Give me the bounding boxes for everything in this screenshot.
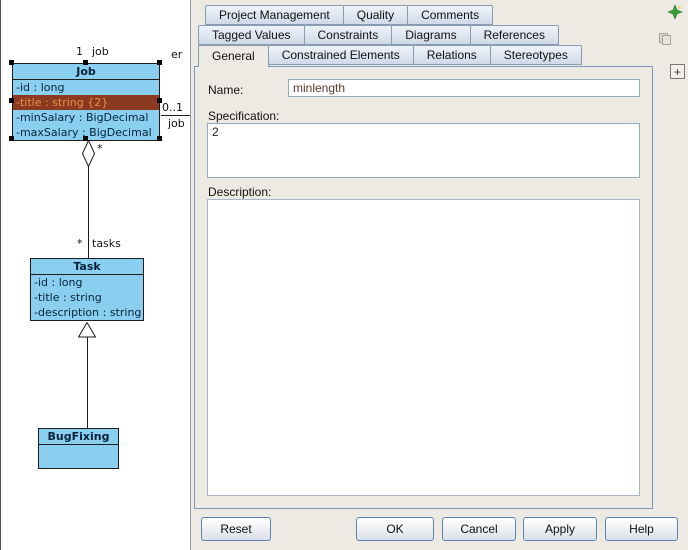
description-label: Description: — [208, 185, 271, 199]
class-job-attr[interactable]: -id : long — [13, 80, 159, 95]
tab-relations[interactable]: Relations — [413, 45, 491, 65]
tab-comments[interactable]: Comments — [407, 5, 493, 25]
canvas-left-edge — [0, 0, 1, 550]
app-window: 1 job er 0..1 job Job -id : long -title … — [0, 0, 688, 550]
cancel-button[interactable]: Cancel — [442, 517, 516, 541]
tab-references[interactable]: References — [470, 25, 559, 45]
assoc-right-role[interactable]: job — [168, 117, 185, 130]
tab-general[interactable]: General — [198, 45, 269, 67]
class-task-attr[interactable]: -id : long — [31, 275, 143, 290]
class-job[interactable]: Job -id : long -title : string {2} -minS… — [12, 63, 160, 141]
expand-button[interactable]: + — [670, 64, 685, 79]
class-task[interactable]: Task -id : long -title : string -descrip… — [30, 258, 144, 321]
tab-row-3: General Constrained Elements Relations S… — [198, 45, 581, 67]
tab-stereotypes[interactable]: Stereotypes — [490, 45, 582, 65]
tab-content-general: Name: Specification: 2 Description: — [194, 66, 653, 509]
class-bugfixing[interactable]: BugFixing — [38, 428, 119, 469]
generalization-edge[interactable] — [87, 337, 88, 428]
uml-diagram-canvas[interactable]: 1 job er 0..1 job Job -id : long -title … — [0, 0, 190, 550]
class-bugfixing-name[interactable]: BugFixing — [39, 429, 118, 445]
apply-button[interactable]: Apply — [523, 517, 597, 541]
selection-handle[interactable] — [9, 98, 14, 103]
selection-handle[interactable] — [83, 60, 88, 65]
description-textarea[interactable] — [207, 199, 640, 496]
selection-handle[interactable] — [157, 60, 162, 65]
specification-label: Specification: — [208, 109, 279, 123]
association-edge-right[interactable] — [161, 115, 190, 116]
assoc-top-role[interactable]: job — [92, 45, 109, 58]
selection-handle[interactable] — [9, 60, 14, 65]
tab-project-management[interactable]: Project Management — [205, 5, 344, 25]
agg-multiplicity[interactable]: * — [97, 142, 103, 155]
tab-row-1: Project Management Quality Comments — [205, 5, 492, 25]
tab-row-2: Tagged Values Constraints Diagrams Refer… — [198, 25, 558, 45]
aggregation-diamond[interactable] — [82, 140, 95, 167]
tasks-role[interactable]: tasks — [92, 237, 121, 250]
name-input[interactable] — [288, 79, 640, 97]
tab-constraints[interactable]: Constraints — [304, 25, 393, 45]
selection-handle[interactable] — [157, 98, 162, 103]
tab-tagged-values[interactable]: Tagged Values — [198, 25, 305, 45]
assoc-top-multiplicity[interactable]: 1 — [76, 45, 83, 58]
tab-diagrams[interactable]: Diagrams — [391, 25, 470, 45]
ok-button[interactable]: OK — [356, 517, 434, 541]
new-element-icon[interactable] — [667, 4, 683, 20]
reset-button[interactable]: Reset — [201, 517, 271, 541]
class-job-attr-selected[interactable]: -title : string {2} — [13, 95, 159, 110]
selection-handle[interactable] — [157, 136, 162, 141]
specification-textarea[interactable]: 2 — [207, 123, 640, 178]
generalization-arrowhead[interactable] — [78, 322, 96, 338]
class-task-name[interactable]: Task — [31, 259, 143, 275]
help-button[interactable]: Help — [605, 517, 678, 541]
clipped-class-text: er — [171, 48, 182, 61]
assoc-right-multiplicity[interactable]: 0..1 — [162, 101, 183, 114]
class-bugfixing-empty-compartment — [39, 445, 118, 468]
tasks-multiplicity[interactable]: * — [77, 237, 83, 250]
class-job-attr[interactable]: -minSalary : BigDecimal — [13, 110, 159, 125]
properties-panel: Project Management Quality Comments Tagg… — [190, 0, 688, 550]
class-job-name[interactable]: Job — [13, 64, 159, 80]
disabled-action-icon[interactable] — [657, 31, 673, 47]
selection-handle[interactable] — [9, 136, 14, 141]
name-label: Name: — [208, 83, 243, 97]
class-task-attr[interactable]: -description : string — [31, 305, 143, 320]
association-edge-job-task[interactable] — [88, 167, 89, 258]
class-task-attr[interactable]: -title : string — [31, 290, 143, 305]
tab-constrained-elements[interactable]: Constrained Elements — [268, 45, 414, 65]
tab-quality[interactable]: Quality — [343, 5, 408, 25]
